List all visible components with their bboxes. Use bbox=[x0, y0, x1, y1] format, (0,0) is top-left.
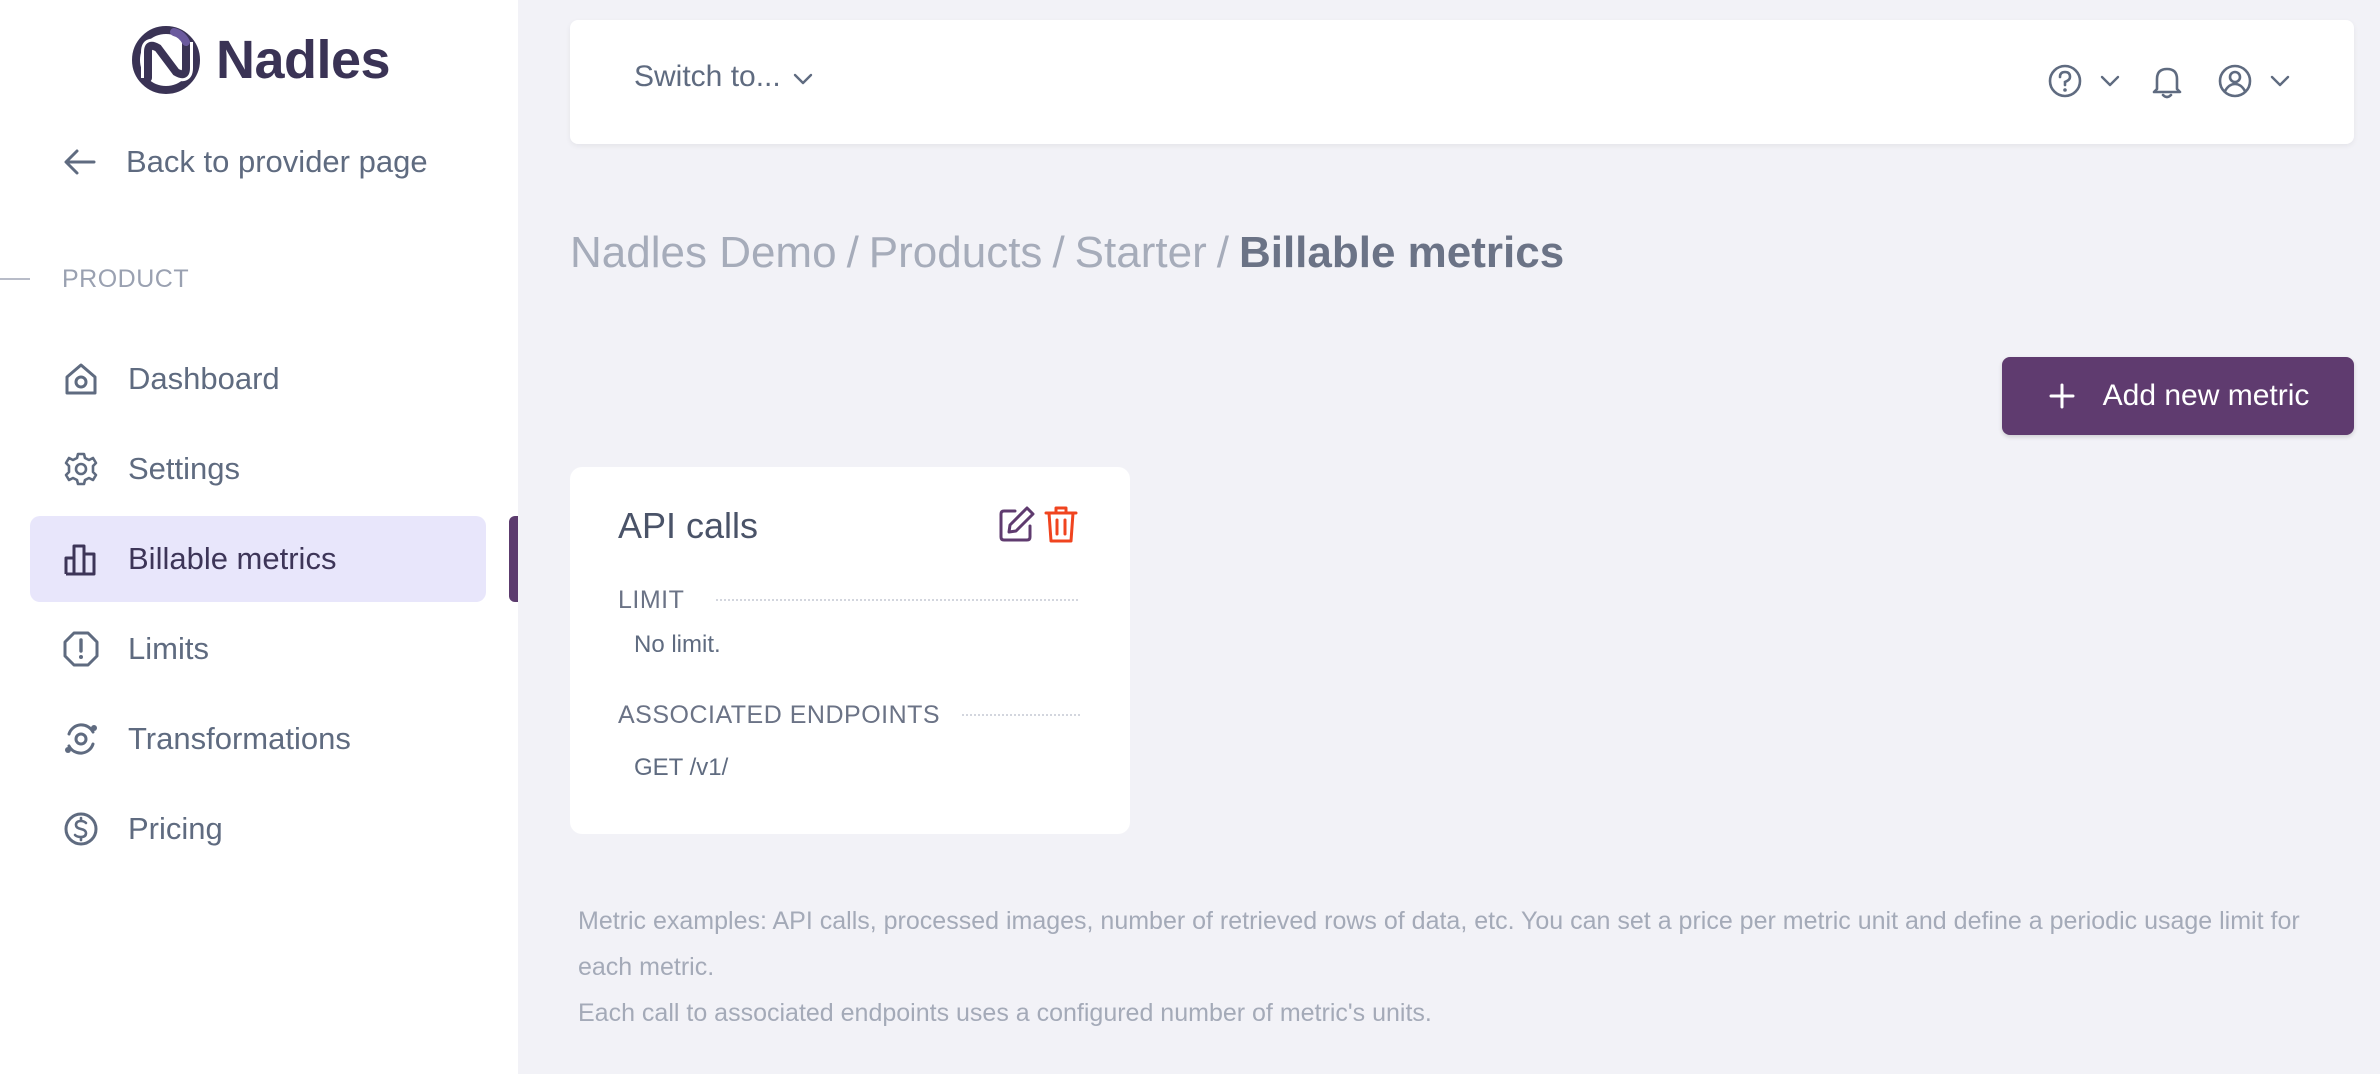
associated-endpoints-label: ASSOCIATED ENDPOINTS bbox=[618, 701, 941, 729]
active-nav-indicator bbox=[509, 516, 518, 602]
bar-chart-icon bbox=[64, 544, 96, 576]
limit-label: LIMIT bbox=[618, 586, 685, 614]
sidebar-item-label: Pricing bbox=[128, 811, 223, 846]
limit-value: No limit. bbox=[634, 631, 721, 658]
breadcrumb-item-organization[interactable]: Nadles Demo bbox=[570, 228, 837, 278]
sidebar-item-transformations[interactable]: Transformations bbox=[30, 696, 486, 782]
plus-icon bbox=[2049, 383, 2075, 409]
add-new-metric-label: Add new metric bbox=[2102, 379, 2310, 412]
metric-help-text: Metric examples: API calls, processed im… bbox=[578, 898, 2358, 1036]
brand-logo[interactable]: Nadles bbox=[130, 24, 391, 96]
help-text-line: Metric examples: API calls, processed im… bbox=[578, 907, 2300, 981]
dollar-circle-icon bbox=[64, 812, 98, 846]
breadcrumb-separator: / bbox=[1052, 228, 1065, 277]
top-bar: Switch to... bbox=[570, 20, 2354, 144]
user-icon bbox=[2218, 64, 2252, 98]
endpoints-divider bbox=[962, 714, 1080, 716]
breadcrumb-item-product[interactable]: Starter bbox=[1075, 228, 1207, 278]
add-new-metric-button[interactable]: Add new metric bbox=[2002, 357, 2354, 435]
switch-to-label: Switch to... bbox=[634, 60, 781, 93]
notifications-button[interactable] bbox=[2148, 62, 2186, 100]
sidebar-item-settings[interactable]: Settings bbox=[30, 426, 486, 512]
breadcrumb-separator: / bbox=[1216, 228, 1229, 277]
sidebar-item-label: Billable metrics bbox=[128, 541, 337, 576]
endpoint-item: GET /v1/ bbox=[634, 754, 729, 781]
help-menu-button[interactable] bbox=[2046, 62, 2122, 100]
section-label-product: PRODUCT bbox=[62, 265, 190, 293]
bell-icon bbox=[2152, 67, 2182, 99]
sidebar-item-dashboard[interactable]: Dashboard bbox=[30, 336, 486, 422]
sidebar-item-limits[interactable]: Limits bbox=[30, 606, 486, 692]
arrow-left-icon bbox=[64, 149, 96, 175]
metric-name: API calls bbox=[618, 505, 759, 546]
metric-card: API calls LIMIT No limit. ASSOCIATED END… bbox=[570, 467, 1130, 834]
chevron-down-icon bbox=[2270, 75, 2290, 87]
sidebar: Nadles Back to provider page PRODUCT Das… bbox=[0, 0, 518, 1074]
help-text-line: Each call to associated endpoints uses a… bbox=[578, 999, 1432, 1027]
sidebar-item-label: Dashboard bbox=[128, 361, 280, 396]
back-link-label: Back to provider page bbox=[126, 144, 428, 179]
gear-icon bbox=[64, 452, 98, 486]
section-divider bbox=[0, 278, 30, 280]
sidebar-item-label: Limits bbox=[128, 631, 209, 666]
breadcrumb: Nadles Demo / Products / Starter / Billa… bbox=[570, 228, 1564, 278]
trash-icon[interactable] bbox=[1044, 504, 1078, 544]
breadcrumb-separator: / bbox=[846, 228, 859, 277]
home-icon bbox=[65, 363, 97, 395]
breadcrumb-current: Billable metrics bbox=[1238, 228, 1565, 277]
switch-to-dropdown[interactable]: Switch to... bbox=[634, 60, 815, 94]
user-menu-button[interactable] bbox=[2216, 62, 2292, 100]
sidebar-item-billable-metrics[interactable]: Billable metrics bbox=[30, 516, 486, 602]
help-icon bbox=[2048, 64, 2082, 98]
brand-name: Nadles bbox=[216, 30, 391, 90]
transform-icon bbox=[65, 723, 97, 755]
edit-icon[interactable] bbox=[998, 505, 1036, 543]
chevron-down-icon bbox=[2100, 75, 2120, 87]
alert-shield-icon bbox=[63, 631, 99, 667]
limit-divider bbox=[716, 599, 1078, 601]
back-to-provider-link[interactable]: Back to provider page bbox=[60, 140, 428, 184]
sidebar-item-label: Transformations bbox=[128, 721, 351, 756]
sidebar-item-label: Settings bbox=[128, 451, 241, 486]
chevron-down-icon bbox=[793, 73, 812, 85]
nadles-logo-icon bbox=[132, 26, 200, 94]
sidebar-item-pricing[interactable]: Pricing bbox=[30, 786, 486, 872]
breadcrumb-item-products[interactable]: Products bbox=[869, 228, 1043, 278]
